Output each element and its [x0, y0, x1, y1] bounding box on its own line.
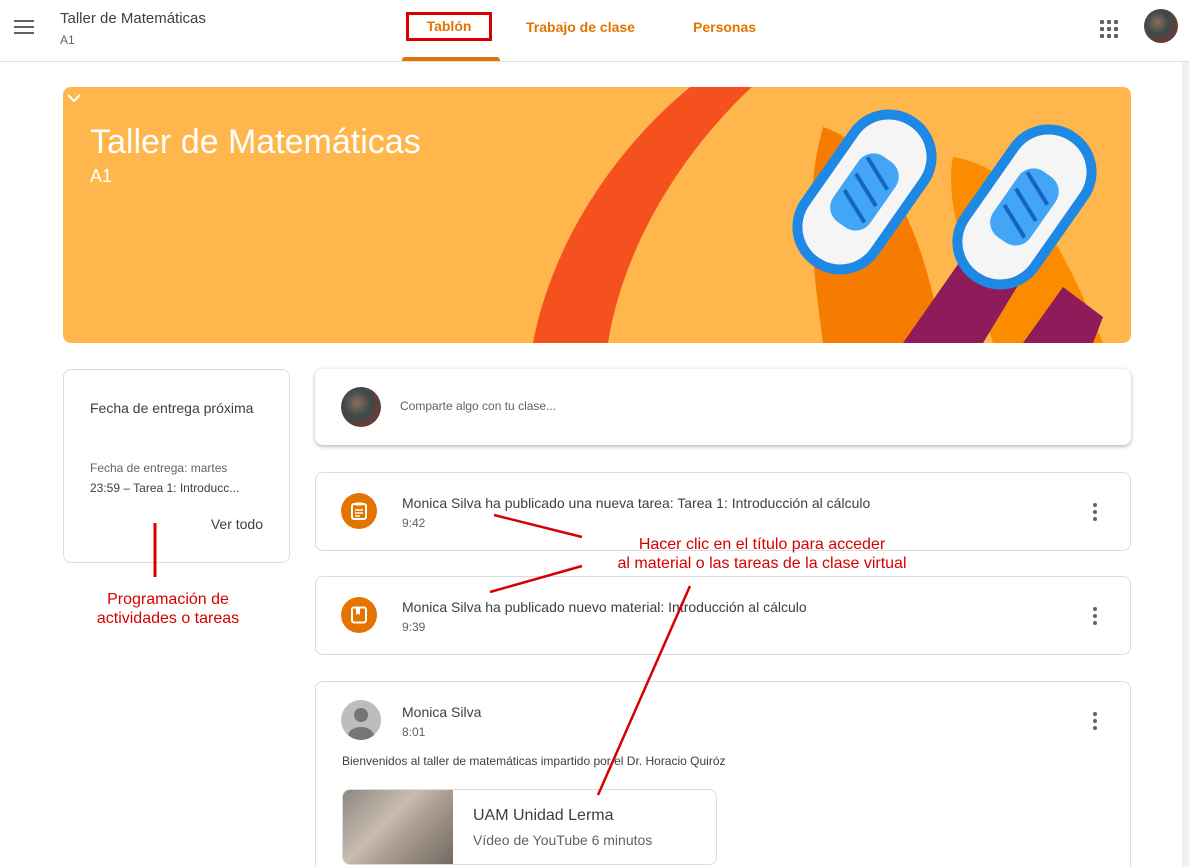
stream-item-time: 9:42	[402, 516, 426, 530]
more-options-icon[interactable]	[1092, 503, 1098, 523]
view-all-link[interactable]: Ver todo	[211, 516, 263, 532]
class-banner: Taller de Matemáticas A1	[63, 87, 1131, 343]
stream-item-title[interactable]: Monica Silva ha publicado una nueva tare…	[402, 495, 870, 511]
annotation-click-title: Hacer clic en el título para acceder al …	[617, 536, 907, 572]
upcoming-due-item[interactable]: 23:59 – Tarea 1: Introducc...	[90, 478, 280, 498]
video-attachment[interactable]: UAM Unidad Lerma Vídeo de YouTube 6 minu…	[342, 789, 717, 865]
tab-personas[interactable]: Personas	[693, 19, 756, 35]
chevron-down-icon[interactable]	[63, 87, 85, 109]
tab-trabajo-de-clase[interactable]: Trabajo de clase	[526, 19, 635, 35]
upcoming-due-label: Fecha de entrega: martes	[90, 461, 228, 475]
class-section: A1	[60, 33, 75, 47]
post-time: 8:01	[402, 725, 426, 739]
menu-icon[interactable]	[14, 20, 34, 36]
announcement-post: Monica Silva 8:01 Bienvenidos al taller …	[315, 681, 1131, 867]
banner-section: A1	[90, 166, 113, 186]
banner-title: Taller de Matemáticas	[90, 123, 421, 161]
share-box[interactable]: Comparte algo con tu clase...	[315, 369, 1131, 445]
share-input[interactable]: Comparte algo con tu clase...	[400, 399, 556, 413]
tab-tablon[interactable]: Tablón	[406, 12, 492, 41]
material-icon	[341, 597, 377, 633]
video-title[interactable]: UAM Unidad Lerma	[473, 807, 614, 825]
post-body: Bienvenidos al taller de matemáticas imp…	[342, 754, 726, 768]
video-meta: Vídeo de YouTube 6 minutos	[473, 832, 653, 848]
stream-item-title[interactable]: Monica Silva ha publicado nuevo material…	[402, 599, 807, 615]
more-options-icon[interactable]	[1092, 607, 1098, 627]
apps-grid-icon[interactable]	[1100, 20, 1118, 38]
upcoming-card: Fecha de entrega próxima Fecha de entreg…	[63, 369, 290, 563]
author-avatar	[341, 700, 381, 740]
stream-item[interactable]: Monica Silva ha publicado nuevo material…	[315, 576, 1131, 655]
active-tab-indicator	[402, 57, 500, 61]
upcoming-title: Fecha de entrega próxima	[90, 400, 254, 416]
scrollbar[interactable]	[1182, 62, 1189, 867]
assignment-icon	[341, 493, 377, 529]
user-avatar	[341, 387, 381, 427]
post-author: Monica Silva	[402, 704, 482, 720]
account-avatar[interactable]	[1144, 9, 1178, 43]
upcoming-detail: Fecha de entrega: martes 23:59 – Tarea 1…	[90, 458, 280, 498]
stream-item-time: 9:39	[402, 620, 426, 634]
annotation-schedule: Programación de actividades o tareas	[96, 591, 240, 627]
top-app-bar: Taller de Matemáticas A1 Tablón Trabajo …	[0, 0, 1189, 62]
video-thumbnail	[343, 790, 453, 864]
class-title[interactable]: Taller de Matemáticas	[60, 10, 206, 27]
more-options-icon[interactable]	[1092, 712, 1098, 732]
